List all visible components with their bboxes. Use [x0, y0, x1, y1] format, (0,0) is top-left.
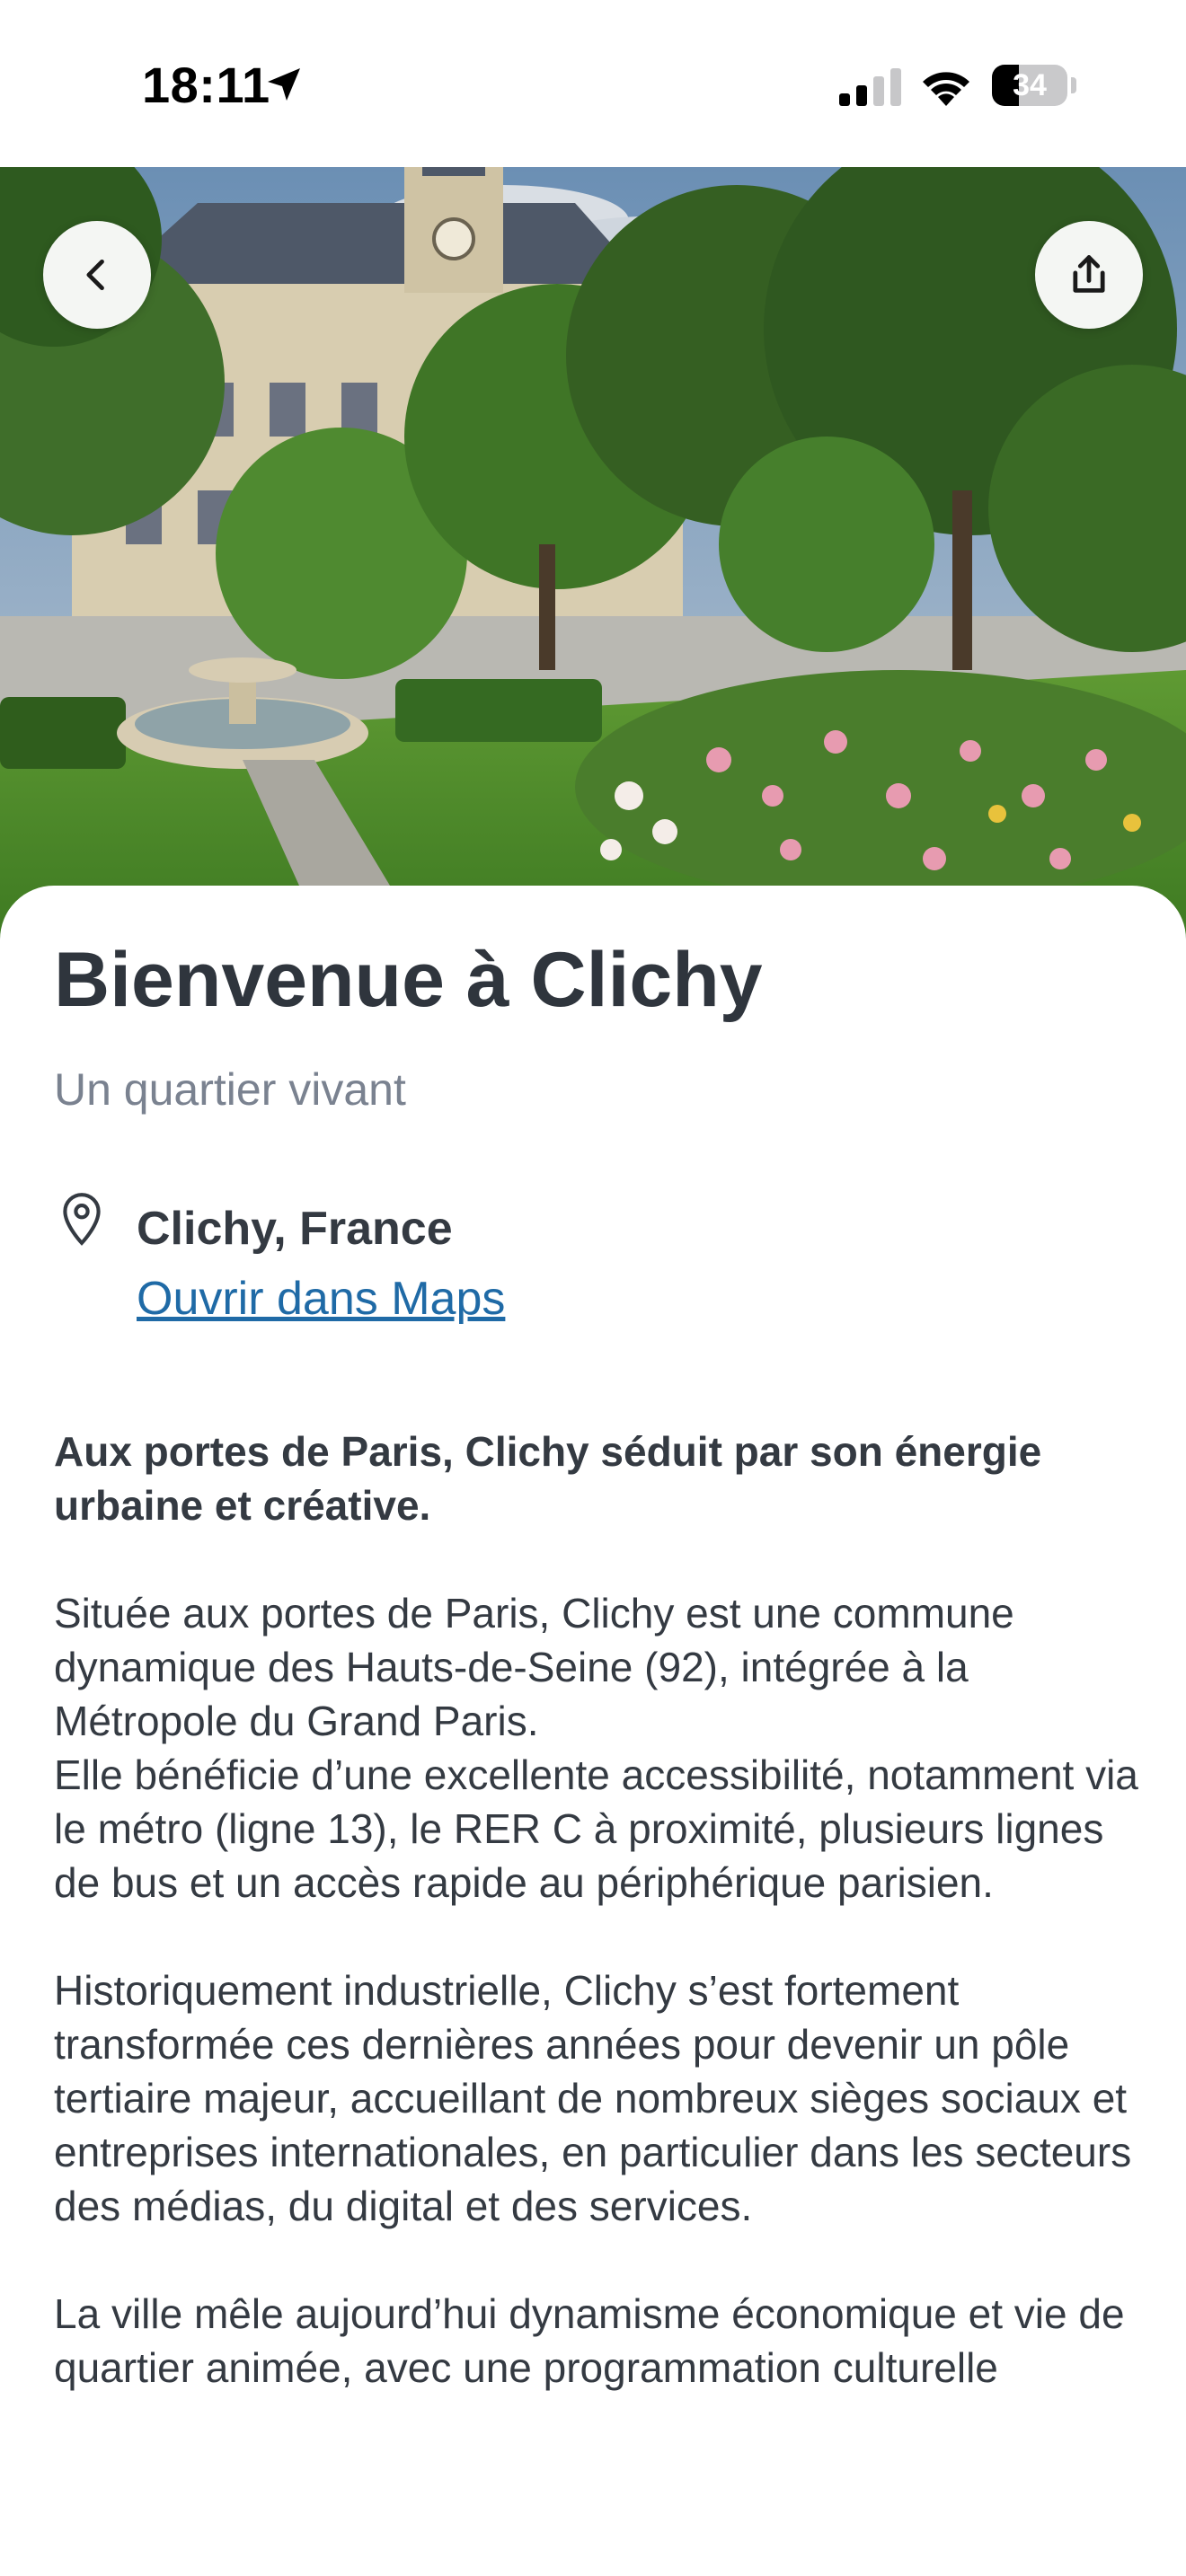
wifi-icon [923, 72, 969, 106]
hero-image [0, 167, 1186, 940]
page-title: Bienvenue à Clichy [54, 937, 763, 1023]
paragraph-text: Elle bénéficie d’une excellente accessib… [54, 1751, 1138, 1906]
share-icon [1073, 255, 1105, 293]
description-paragraph: La ville mêle aujourd’hui dynamisme écon… [54, 2290, 1125, 2391]
back-button[interactable] [43, 221, 151, 329]
signal-icon [839, 68, 901, 106]
battery-icon: 34 [992, 65, 1067, 106]
description-paragraph: Historiquement industrielle, Clichy s’es… [54, 1967, 1132, 2229]
page-subtitle: Un quartier vivant [54, 1064, 406, 1115]
description-paragraph: Située aux portes de Paris, Clichy est u… [54, 1586, 1141, 1910]
battery-level: 34 [1013, 68, 1047, 102]
open-in-maps-link[interactable]: Ouvrir dans Maps [137, 1272, 505, 1326]
garden-illustration [0, 167, 1186, 940]
map-pin-icon [63, 1193, 101, 1246]
content-sheet: Bienvenue à Clichy Un quartier vivant Cl… [0, 886, 1186, 2576]
share-button[interactable] [1035, 221, 1143, 329]
location-name: Clichy, France [137, 1203, 453, 1255]
description: Aux portes de Paris, Clichy séduit par s… [54, 1425, 1141, 2475]
description-lead: Aux portes de Paris, Clichy séduit par s… [54, 1428, 1042, 1529]
battery-cap [1071, 77, 1076, 93]
location-arrow-icon [268, 68, 300, 101]
status-time: 18:11 [142, 57, 270, 113]
paragraph-text: Située aux portes de Paris, Clichy est u… [54, 1590, 1014, 1744]
status-bar: 18:11 34 [0, 0, 1186, 167]
chevron-left-icon [86, 259, 104, 291]
